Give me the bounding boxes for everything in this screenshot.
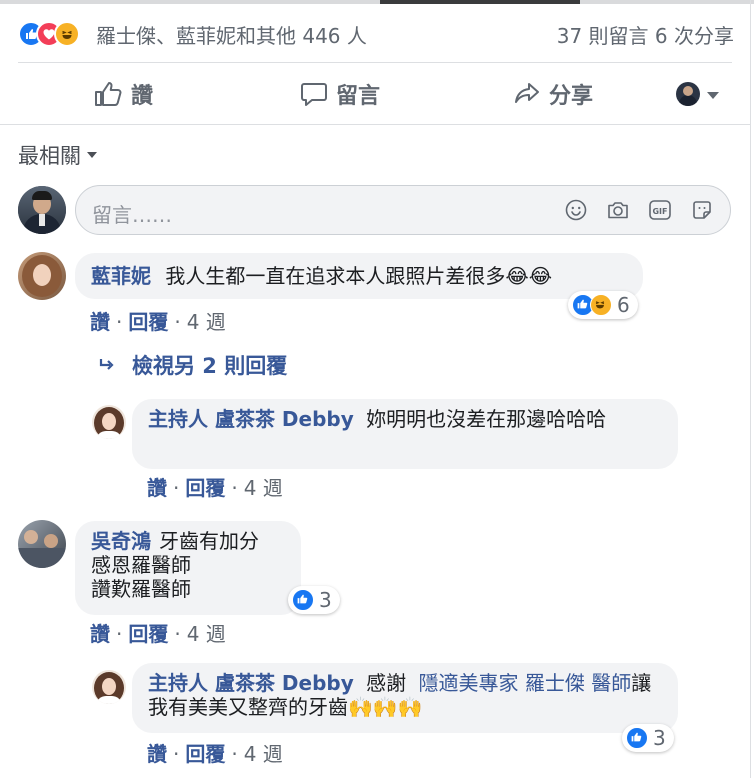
comment-actions: 讚 · 回覆 · 4 週 — [90, 622, 226, 646]
sticker-icon[interactable] — [690, 198, 714, 222]
comment-like-link[interactable]: 讚 — [90, 310, 110, 334]
comment-timestamp[interactable]: 4 週 — [187, 622, 226, 646]
avatar[interactable] — [18, 252, 66, 300]
reply-like-link[interactable]: 讚 — [147, 476, 167, 500]
haha-icon — [54, 21, 80, 47]
avatar[interactable] — [92, 670, 126, 704]
avatar[interactable] — [92, 405, 126, 439]
divider — [0, 124, 751, 125]
gif-icon[interactable]: GIF — [648, 198, 672, 222]
reply-author[interactable]: 主持人 盧茶茶 Debby — [148, 671, 354, 695]
view-more-replies[interactable]: 檢視另 2 則回覆 — [98, 350, 287, 380]
divider — [18, 62, 732, 63]
comment-text-line3: 讚歎羅醫師 — [91, 577, 191, 601]
post-as-avatar[interactable] — [676, 82, 700, 106]
comment-author[interactable]: 藍菲妮 — [91, 264, 151, 288]
right-border — [750, 0, 751, 778]
mention-link[interactable]: 隱適美專家 羅士傑 醫師 — [418, 671, 631, 695]
comment-bubble: 藍菲妮 我人生都一直在追求本人跟照片差很多😂😂 — [75, 253, 643, 299]
reply-text: 妳明明也沒差在那邊哈哈哈 — [366, 407, 607, 431]
comment-timestamp[interactable]: 4 週 — [187, 310, 226, 334]
top-edge — [0, 0, 754, 4]
thumbs-up-icon — [95, 82, 122, 106]
reply-reactions[interactable]: 3 — [622, 724, 674, 752]
comment-reactions[interactable]: 6 — [568, 291, 638, 319]
reply-author[interactable]: 主持人 盧茶茶 Debby — [148, 407, 354, 431]
reply-actions: 讚 · 回覆 · 4 週 — [147, 742, 283, 766]
reply-actions: 讚 · 回覆 · 4 週 — [147, 476, 283, 500]
reply-bubble: 主持人 盧茶茶 Debby 感謝 隱適美專家 羅士傑 醫師讓我有美美又整齊的牙齒… — [132, 663, 678, 733]
share-arrow-icon — [515, 83, 539, 103]
comment-actions: 讚 · 回覆 · 4 週 — [90, 310, 226, 334]
comment-reply-link[interactable]: 回覆 — [128, 622, 168, 646]
like-button[interactable]: 讚 — [93, 76, 153, 112]
reaction-count: 6 — [617, 293, 630, 317]
share-button[interactable]: 分享 — [513, 76, 593, 112]
sort-label: 最相關 — [18, 144, 81, 168]
comment-text: 我人生都一直在追求本人跟照片差很多😂😂 — [165, 264, 553, 288]
reaction-count: 3 — [653, 726, 666, 750]
comment-sort-dropdown[interactable]: 最相關 — [18, 140, 97, 170]
reactors-names[interactable]: 羅士傑、藍菲妮和其他 446 人 — [96, 20, 367, 49]
avatar[interactable] — [18, 186, 66, 234]
reply-timestamp[interactable]: 4 週 — [244, 742, 283, 766]
view-more-label: 檢視另 2 則回覆 — [132, 354, 288, 378]
share-label: 分享 — [549, 84, 594, 109]
reply-timestamp[interactable]: 4 週 — [244, 476, 283, 500]
chevron-down-icon — [87, 152, 97, 158]
haha-icon — [590, 294, 612, 316]
comment-reactions[interactable]: 3 — [288, 586, 340, 614]
like-label: 讚 — [131, 84, 154, 109]
comment-share-counts[interactable]: 37 則留言 6 次分享 — [557, 20, 734, 49]
comment-input[interactable]: 留言…… GIF — [75, 185, 731, 235]
reply-reply-link[interactable]: 回覆 — [185, 742, 225, 766]
comment-label: 留言 — [336, 84, 381, 109]
reply-reply-link[interactable]: 回覆 — [185, 476, 225, 500]
comment-bubble-icon — [301, 83, 327, 106]
reply-arrow-icon — [99, 359, 114, 370]
camera-icon[interactable] — [606, 198, 630, 222]
avatar[interactable] — [18, 520, 66, 568]
svg-text:GIF: GIF — [652, 207, 667, 216]
comment-button[interactable]: 留言 — [300, 76, 380, 112]
reaction-count: 3 — [319, 588, 332, 612]
comment-reply-link[interactable]: 回覆 — [128, 310, 168, 334]
reply-bubble: 主持人 盧茶茶 Debby 妳明明也沒差在那邊哈哈哈 — [132, 399, 678, 469]
reply-like-link[interactable]: 讚 — [147, 742, 167, 766]
comment-author[interactable]: 吳奇鴻 — [91, 529, 151, 553]
like-icon — [626, 727, 648, 749]
comment-placeholder: 留言…… — [92, 203, 172, 227]
emoji-icon[interactable] — [564, 198, 588, 222]
reaction-summary: 羅士傑、藍菲妮和其他 446 人 37 則留言 6 次分享 — [18, 18, 734, 48]
comment-like-link[interactable]: 讚 — [90, 622, 110, 646]
comment-bubble: 吳奇鴻 牙齒有加分 感恩羅醫師 讚歎羅醫師 — [75, 521, 301, 615]
comment-text-line2: 感恩羅醫師 — [91, 553, 191, 577]
reply-text-pre: 感謝 — [366, 671, 407, 695]
like-icon — [292, 589, 314, 611]
chevron-down-icon[interactable] — [707, 92, 719, 99]
comment-text-line1: 牙齒有加分 — [159, 529, 259, 553]
